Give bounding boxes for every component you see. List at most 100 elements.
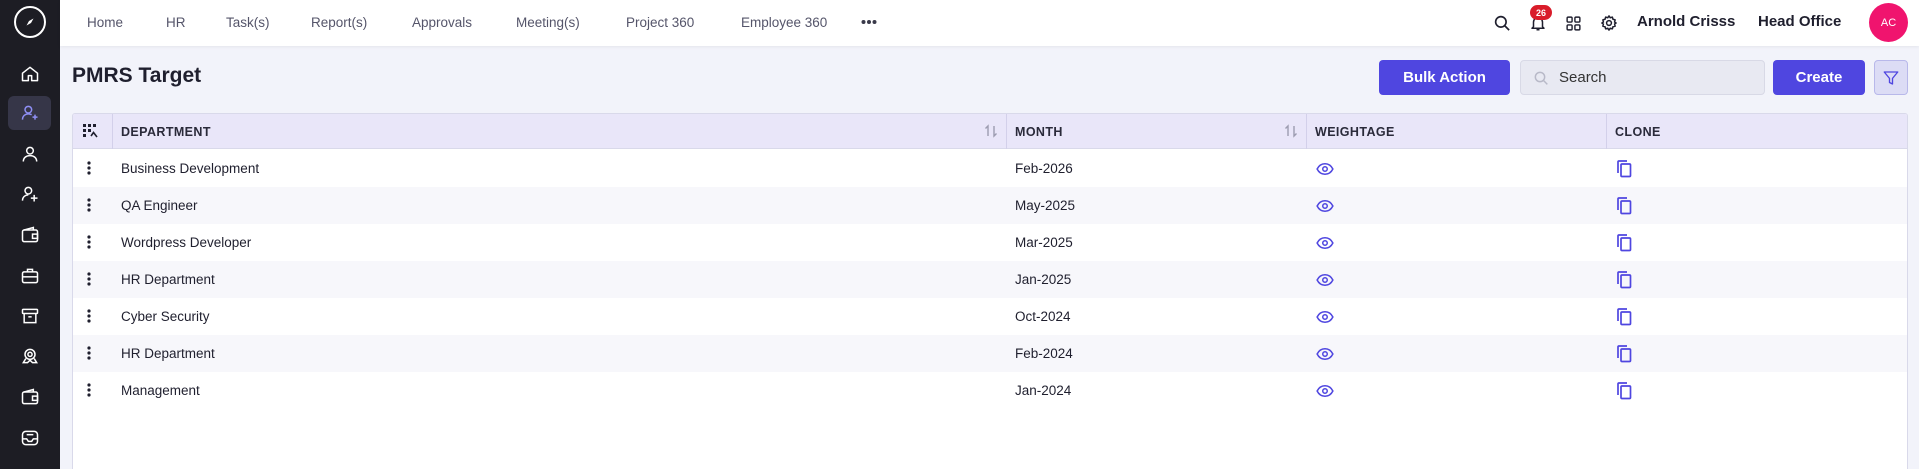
copy-icon bbox=[1617, 270, 1632, 288]
table-header: DEPARTMENT MONTH WEIGHTAGE CLONE bbox=[73, 114, 1907, 149]
eye-icon bbox=[1316, 384, 1334, 397]
eye-icon bbox=[1316, 347, 1334, 360]
copy-icon bbox=[1617, 307, 1632, 325]
wallet-icon bbox=[21, 226, 38, 243]
filter-icon bbox=[1883, 70, 1899, 85]
award-icon bbox=[21, 348, 38, 364]
bulk-action-button[interactable]: Bulk Action bbox=[1379, 60, 1510, 95]
gear-icon bbox=[1601, 15, 1617, 31]
nav-item-tasks[interactable]: Task(s) bbox=[226, 15, 270, 30]
sort-icon[interactable] bbox=[984, 124, 998, 138]
home-icon bbox=[21, 66, 38, 82]
department-cell: Business Development bbox=[121, 161, 260, 176]
kebab-menu-icon[interactable] bbox=[86, 346, 92, 360]
nav-item-reports[interactable]: Report(s) bbox=[311, 15, 367, 30]
office-selector[interactable]: Head Office bbox=[1758, 13, 1841, 30]
apps-button[interactable] bbox=[1562, 12, 1584, 34]
nav-item-approvals[interactable]: Approvals bbox=[412, 15, 472, 30]
search-input[interactable] bbox=[1559, 69, 1759, 86]
department-cell: Cyber Security bbox=[121, 309, 210, 324]
sidebar-item-expenses[interactable] bbox=[8, 380, 51, 414]
search-icon bbox=[1494, 15, 1510, 31]
month-cell: Feb-2026 bbox=[1015, 161, 1073, 176]
clone-button[interactable] bbox=[1616, 372, 1632, 409]
sidebar-item-inbox[interactable] bbox=[8, 421, 51, 455]
nav-item-employee-360[interactable]: Employee 360 bbox=[741, 15, 827, 30]
column-label: WEIGHTAGE bbox=[1315, 124, 1395, 139]
table-row: Management Jan-2024 bbox=[73, 372, 1907, 409]
nav-item-home[interactable]: Home bbox=[87, 15, 123, 30]
clone-button[interactable] bbox=[1616, 150, 1632, 187]
sidebar-item-archive[interactable] bbox=[8, 299, 51, 333]
page-title: PMRS Target bbox=[72, 64, 202, 87]
table-row: Business Development Feb-2026 bbox=[73, 150, 1907, 187]
sidebar-item-projects[interactable] bbox=[8, 259, 51, 293]
kebab-menu-icon[interactable] bbox=[86, 161, 92, 175]
eye-icon bbox=[1316, 273, 1334, 286]
sidebar-item-onboarding[interactable] bbox=[8, 177, 51, 211]
kebab-menu-icon[interactable] bbox=[86, 272, 92, 286]
grid-icon bbox=[1565, 15, 1581, 31]
more-horizontal-icon[interactable] bbox=[861, 14, 877, 30]
copy-icon bbox=[1617, 233, 1632, 251]
nav-item-project-360[interactable]: Project 360 bbox=[626, 15, 694, 30]
view-weightage-button[interactable] bbox=[1316, 187, 1334, 224]
view-weightage-button[interactable] bbox=[1316, 298, 1334, 335]
sort-icon[interactable] bbox=[1284, 124, 1298, 138]
nav-item-meetings[interactable]: Meeting(s) bbox=[516, 15, 580, 30]
settings-button[interactable] bbox=[1598, 12, 1620, 34]
nav-item-hr[interactable]: HR bbox=[166, 15, 186, 30]
view-weightage-button[interactable] bbox=[1316, 224, 1334, 261]
search-button[interactable] bbox=[1491, 12, 1513, 34]
pmrs-target-table: DEPARTMENT MONTH WEIGHTAGE CLONE Busines… bbox=[72, 113, 1908, 469]
avatar[interactable]: AC bbox=[1869, 3, 1908, 42]
clone-button[interactable] bbox=[1616, 335, 1632, 372]
kebab-menu-icon[interactable] bbox=[86, 198, 92, 212]
column-header-department[interactable]: DEPARTMENT bbox=[112, 114, 1006, 149]
department-cell: HR Department bbox=[121, 272, 215, 287]
clone-button[interactable] bbox=[1616, 298, 1632, 335]
eye-icon bbox=[1316, 199, 1334, 212]
sidebar-item-add-employee[interactable] bbox=[8, 96, 51, 130]
eye-icon bbox=[1316, 236, 1334, 249]
sidebar-item-home[interactable] bbox=[8, 57, 51, 91]
view-weightage-button[interactable] bbox=[1316, 372, 1334, 409]
notification-badge: 26 bbox=[1530, 5, 1552, 20]
department-cell: Management bbox=[121, 383, 200, 398]
kebab-menu-icon[interactable] bbox=[86, 383, 92, 397]
clone-button[interactable] bbox=[1616, 224, 1632, 261]
user-name[interactable]: Arnold Crisss bbox=[1637, 13, 1735, 30]
kebab-menu-icon[interactable] bbox=[86, 309, 92, 323]
inbox-icon bbox=[21, 430, 38, 446]
column-label: DEPARTMENT bbox=[121, 124, 211, 139]
archive-icon bbox=[21, 308, 38, 324]
column-label: CLONE bbox=[1615, 124, 1661, 139]
month-cell: Jan-2024 bbox=[1015, 383, 1072, 398]
view-weightage-button[interactable] bbox=[1316, 335, 1334, 372]
app-logo[interactable] bbox=[14, 6, 46, 38]
column-header-month[interactable]: MONTH bbox=[1006, 114, 1306, 149]
view-weightage-button[interactable] bbox=[1316, 150, 1334, 187]
column-header-clone: CLONE bbox=[1606, 114, 1907, 149]
filter-button[interactable] bbox=[1874, 60, 1908, 95]
copy-icon bbox=[1617, 196, 1632, 214]
month-cell: Mar-2025 bbox=[1015, 235, 1073, 250]
sidebar-item-rewards[interactable] bbox=[8, 339, 51, 373]
eye-icon bbox=[1316, 310, 1334, 323]
user-add-icon bbox=[21, 186, 37, 202]
table-row: HR Department Jan-2025 bbox=[73, 261, 1907, 298]
sidebar-item-profile[interactable] bbox=[8, 137, 51, 171]
clone-button[interactable] bbox=[1616, 261, 1632, 298]
column-settings-icon[interactable] bbox=[82, 123, 98, 139]
view-weightage-button[interactable] bbox=[1316, 261, 1334, 298]
user-icon bbox=[22, 146, 37, 162]
clone-button[interactable] bbox=[1616, 187, 1632, 224]
search-box[interactable] bbox=[1520, 60, 1765, 95]
kebab-menu-icon[interactable] bbox=[86, 235, 92, 249]
wallet-alt-icon bbox=[21, 388, 38, 405]
create-button[interactable]: Create bbox=[1773, 60, 1865, 95]
table-row: HR Department Feb-2024 bbox=[73, 335, 1907, 372]
sidebar-item-payroll[interactable] bbox=[8, 218, 51, 252]
department-cell: Wordpress Developer bbox=[121, 235, 252, 250]
compass-icon bbox=[26, 18, 34, 26]
